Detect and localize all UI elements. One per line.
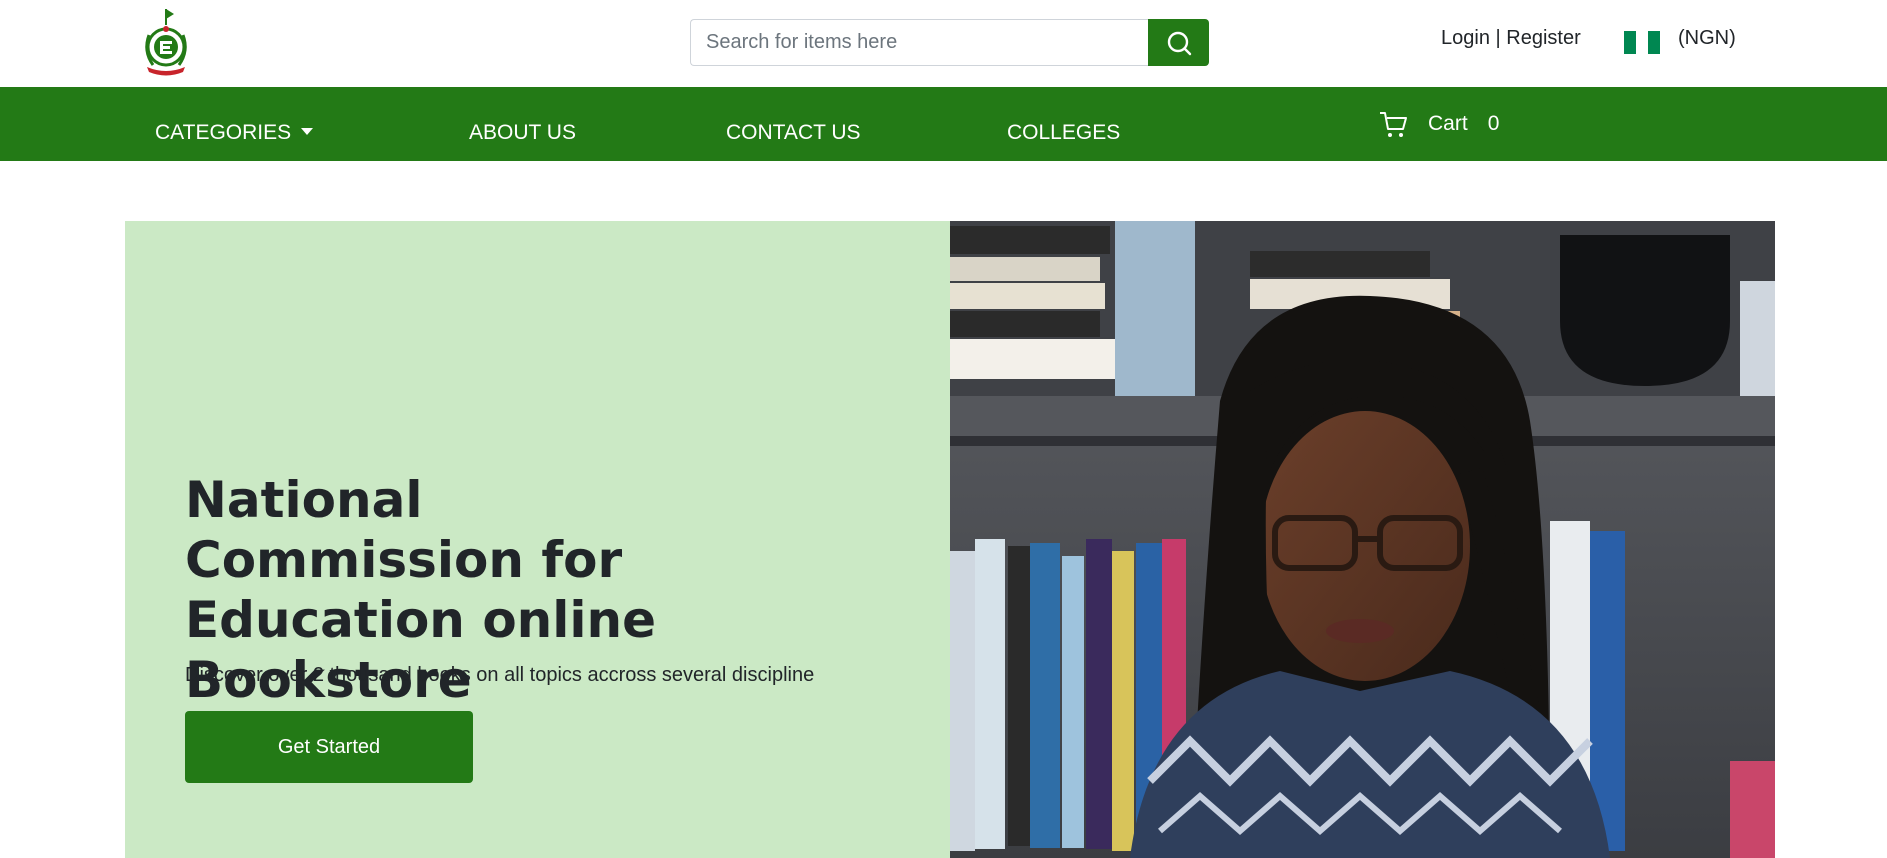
hero-text-panel: National Commission for Education online… (125, 221, 950, 858)
search-input[interactable] (690, 19, 1148, 66)
auth-links: Login | Register (1441, 27, 1581, 50)
nav-colleges[interactable]: COLLEGES (1007, 121, 1120, 145)
nav-categories[interactable]: CATEGORIES (155, 121, 314, 145)
hero-image (950, 221, 1775, 858)
register-link[interactable]: Register (1506, 27, 1580, 49)
top-header: Login | Register (NGN) (0, 0, 1887, 87)
hero-section: National Commission for Education online… (125, 221, 1775, 858)
nce-crest-logo-icon (145, 9, 187, 76)
search-bar (690, 19, 1209, 66)
hero-subtitle: Discover over 2 thousand books on all to… (185, 664, 815, 686)
get-started-button[interactable]: Get Started (185, 711, 473, 783)
cart-button[interactable]: Cart 0 (1378, 109, 1499, 139)
cart-count: 0 (1487, 112, 1500, 135)
nav-categories-label: CATEGORIES (155, 121, 292, 144)
cart-label: Cart (1428, 112, 1468, 135)
student-reading-photo (950, 221, 1775, 858)
nav-about-us[interactable]: ABOUT US (469, 121, 576, 145)
currency-selector[interactable]: (NGN) (1678, 27, 1736, 50)
search-button[interactable] (1148, 19, 1209, 66)
nav-contact-us[interactable]: CONTACT US (726, 121, 861, 145)
auth-separator: | (1489, 27, 1507, 49)
nigeria-flag-icon[interactable] (1624, 31, 1660, 54)
cart-icon (1380, 112, 1407, 137)
site-logo[interactable] (139, 7, 193, 77)
main-nav: CATEGORIES ABOUT US CONTACT US COLLEGES … (0, 87, 1887, 161)
search-icon (1167, 31, 1191, 55)
caret-down-icon (301, 127, 314, 135)
login-link[interactable]: Login (1441, 27, 1490, 49)
